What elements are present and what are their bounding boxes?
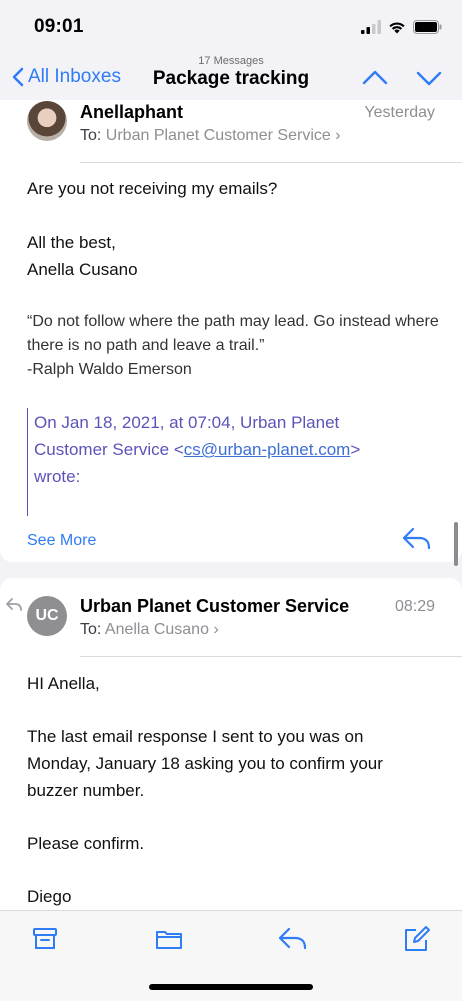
recipient-line[interactable]: To: Urban Planet Customer Service › [80, 127, 341, 145]
quoted-header-line: On Jan 18, 2021, at 07:04, Urban Planet [34, 413, 340, 432]
quote-bar [27, 408, 28, 516]
quoted-header-line: wrote: [34, 467, 81, 486]
status-icons [361, 18, 442, 36]
replied-indicator [6, 598, 22, 612]
next-message-button[interactable] [416, 68, 442, 88]
back-label: All Inboxes [28, 66, 121, 87]
chevron-up-icon [362, 70, 388, 85]
to-label: To: [80, 127, 102, 144]
previous-message-button[interactable] [362, 68, 388, 88]
quoted-bracket: > [350, 440, 361, 459]
reply-toolbar-button[interactable] [278, 925, 308, 953]
recipient-line[interactable]: To: Anella Cusano › [80, 621, 219, 639]
sign-off: All the best, [27, 233, 116, 252]
scroll-indicator[interactable] [454, 522, 458, 566]
quoted-sender: Customer Service < [34, 440, 184, 459]
to-label: To: [80, 621, 102, 638]
sender-avatar[interactable] [27, 101, 67, 141]
message-date: Yesterday [364, 104, 435, 121]
quoted-header-line: Customer Service <cs@urban-planet.com> [34, 436, 360, 463]
signature-name: Diego [27, 887, 72, 906]
sender-name[interactable]: Anellaphant [80, 102, 183, 123]
sender-name[interactable]: Urban Planet Customer Service [80, 596, 349, 617]
back-button[interactable]: All Inboxes [12, 66, 121, 88]
chevron-right-icon: › [213, 621, 219, 638]
chevron-down-icon [416, 71, 442, 86]
header-divider [80, 656, 462, 657]
compose-button[interactable] [402, 925, 432, 953]
compose-icon [405, 926, 430, 951]
reply-icon [402, 527, 431, 550]
header-divider [80, 162, 462, 163]
chevron-right-icon: › [335, 127, 341, 144]
home-indicator[interactable] [149, 984, 313, 990]
signature-quote-author: -Ralph Waldo Emerson [27, 361, 192, 378]
recipient-name: Anella Cusano [104, 621, 209, 638]
message-body-line: Monday, January 18 asking you to confirm… [27, 754, 383, 773]
recipient-name: Urban Planet Customer Service [105, 127, 331, 144]
reply-button[interactable] [402, 526, 432, 552]
signature-name: Anella Cusano [27, 260, 138, 279]
sender-avatar[interactable]: UC [27, 596, 67, 636]
status-time: 09:01 [34, 16, 84, 37]
wifi-icon [389, 22, 405, 34]
archive-button[interactable] [30, 925, 60, 953]
message-body-line: buzzer number. [27, 781, 145, 800]
confirm-line: Please confirm. [27, 834, 145, 853]
battery-icon [413, 20, 442, 34]
message-body-line: Are you not receiving my emails? [27, 179, 278, 198]
greeting: HI Anella, [27, 674, 100, 693]
message-time: 08:29 [394, 598, 435, 615]
folder-icon [156, 931, 182, 949]
reply-icon [278, 927, 307, 950]
message-navigation [362, 68, 442, 88]
see-more-link[interactable]: See More [27, 532, 96, 550]
chevron-left-icon [12, 67, 24, 87]
message-body-line: The last email response I sent to you wa… [27, 727, 364, 746]
cellular-signal-icon [361, 20, 381, 34]
archive-icon [33, 928, 57, 949]
move-to-folder-button[interactable] [154, 925, 184, 953]
quoted-email-link[interactable]: cs@urban-planet.com [184, 440, 351, 459]
signature-quote: “Do not follow where the path may lead. … [27, 313, 439, 354]
replied-arrow-icon [6, 598, 22, 611]
